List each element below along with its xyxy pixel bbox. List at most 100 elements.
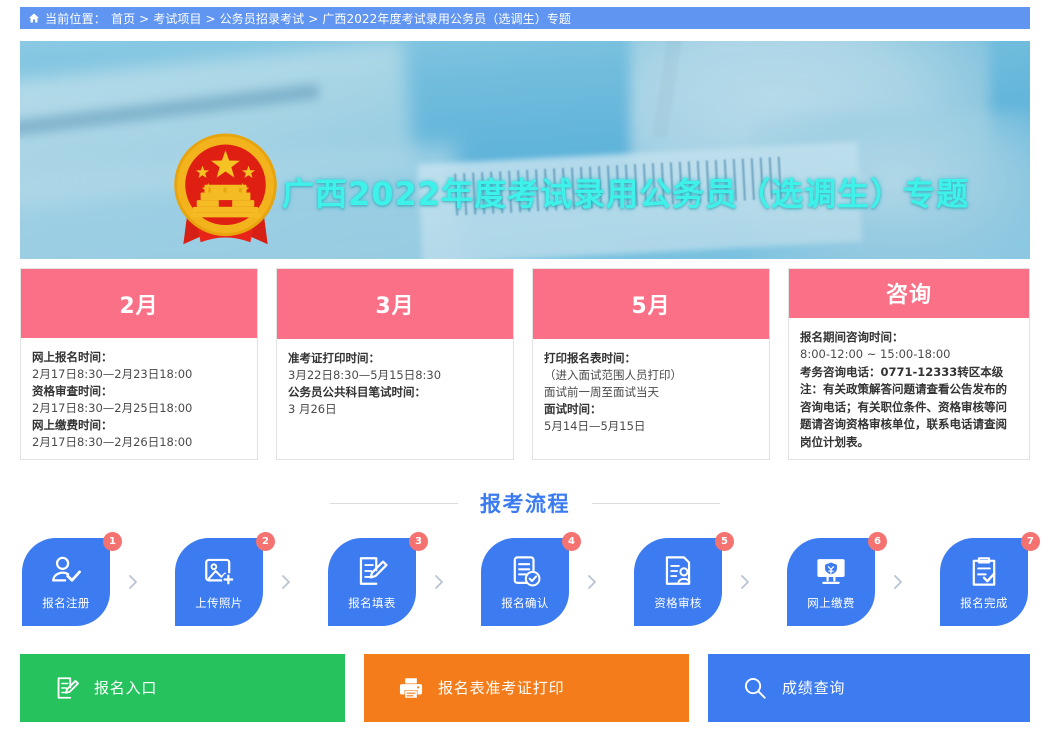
chevron-right-icon <box>282 575 290 589</box>
flow-step-tile[interactable]: 报名注册 <box>22 538 110 626</box>
clipboard-check-icon <box>972 556 996 586</box>
card-line: 公务员公共科目笔试时间： <box>288 385 426 399</box>
flow-step-5[interactable]: 资格审核 5 <box>634 532 734 626</box>
card-body: 网上报名时间： 2月17日8:30—2月23日18:00 资格审查时间： 2月1… <box>21 338 257 459</box>
card-line: 面试前一周至面试当天 <box>544 385 659 399</box>
flow-step-tile[interactable]: 报名确认 <box>481 538 569 626</box>
divider-left <box>330 502 458 504</box>
card-line: 2月17日8:30—2月26日18:00 <box>32 435 193 449</box>
flow-step-number: 5 <box>715 532 734 551</box>
card-line: 面试时间： <box>544 402 602 416</box>
card-line: 网上报名时间： <box>32 350 113 364</box>
info-card-consult: 咨询 报名期间咨询时间： 8:00-12:00 ~ 15:00-18:00 考务… <box>788 268 1030 460</box>
banner-title: 广西2022年度考试录用公务员（选调生）专题 <box>282 175 970 213</box>
search-icon <box>744 677 766 699</box>
document-check-icon <box>513 555 541 586</box>
card-line: （进入面试范围人员打印） <box>544 368 682 382</box>
action-label: 报名表准考证打印 <box>438 678 565 697</box>
card-body: 打印报名表时间： （进入面试范围人员打印） 面试前一周至面试当天 面试时间： 5… <box>533 339 769 459</box>
flow-step-1[interactable]: 报名注册 1 <box>22 532 122 626</box>
chevron-right-icon <box>741 575 749 589</box>
image-add-icon <box>205 558 235 586</box>
home-icon <box>29 13 39 23</box>
hero-banner: 广西2022年度考试录用公务员（选调生）专题 <box>20 41 1030 259</box>
card-line: 2月17日8:30—2月25日18:00 <box>32 401 193 415</box>
card-line: 考务咨询电话：0771-12333转区本级 <box>800 364 1004 379</box>
flow-step-tile[interactable]: 报名填表 <box>328 538 416 626</box>
action-button-row: 报名入口 报名表准考证打印 成绩查询 <box>20 654 1030 722</box>
chevron-right-icon <box>129 575 137 589</box>
flow-step-number: 2 <box>256 532 275 551</box>
register-entry-button[interactable]: 报名入口 <box>20 654 345 722</box>
score-query-button[interactable]: 成绩查询 <box>708 654 1030 722</box>
card-line: 2月17日8:30—2月23日18:00 <box>32 367 193 381</box>
flow-step-label: 报名填表 <box>348 595 396 610</box>
info-card-row: 2月 网上报名时间： 2月17日8:30—2月23日18:00 资格审查时间： … <box>20 268 1030 460</box>
flow-step-number: 7 <box>1021 532 1040 551</box>
flow-step-label: 报名注册 <box>42 595 90 610</box>
form-edit-icon <box>57 677 79 699</box>
user-check-icon <box>52 556 81 582</box>
divider-right <box>592 502 720 504</box>
flow-step-label: 上传照片 <box>195 595 243 610</box>
flow-step-2[interactable]: 上传照片 2 <box>175 532 275 626</box>
flow-step-3[interactable]: 报名填表 3 <box>328 532 428 626</box>
flow-step-6[interactable]: 网上缴费 6 <box>787 532 887 626</box>
flow-step-label: 报名完成 <box>960 595 1008 610</box>
flow-step-7[interactable]: 报名完成 7 <box>940 532 1040 626</box>
card-title: 咨询 <box>789 269 1029 318</box>
card-title: 2月 <box>21 269 257 338</box>
flow-steps: 报名注册 1 上传照片 2 报名填表 3 报名确认 4 资格审核 5 网上缴费 … <box>22 532 1040 630</box>
breadcrumb: 当前位置： 首页 > 考试项目 > 公务员招录考试 > 广西2022年度考试录用… <box>20 7 1030 29</box>
flow-step-tile[interactable]: 报名完成 <box>940 538 1028 626</box>
form-edit-icon <box>359 556 388 585</box>
chevron-right-icon <box>435 575 443 589</box>
printer-icon <box>399 678 423 698</box>
info-card-mar: 3月 准考证打印时间： 3月22日8:30—5月15日8:30 公务员公共科目笔… <box>276 268 514 460</box>
online-payment-icon <box>817 558 845 584</box>
flow-step-label: 报名确认 <box>501 595 549 610</box>
card-body: 准考证打印时间： 3月22日8:30—5月15日8:30 公务员公共科目笔试时间… <box>277 339 513 459</box>
card-line: 打印报名表时间： <box>544 351 636 365</box>
card-line: 8:00-12:00 ~ 15:00-18:00 <box>800 347 951 361</box>
card-line: 3月22日8:30—5月15日8:30 <box>288 368 442 382</box>
info-card-may: 5月 打印报名表时间： （进入面试范围人员打印） 面试前一周至面试当天 面试时间… <box>532 268 770 460</box>
flow-separator-1 <box>126 574 140 590</box>
card-line: 报名期间咨询时间： <box>800 329 904 344</box>
page-root: 当前位置： 首页 > 考试项目 > 公务员招录考试 > 广西2022年度考试录用… <box>0 0 1050 729</box>
card-line: 注：有关政策解答问题请查看公告发布的咨询电话；有关职位条件、资格审核等问题请咨询… <box>800 382 1007 449</box>
card-line: 网上缴费时间： <box>32 418 113 432</box>
flow-title: 报考流程 <box>480 492 570 516</box>
id-review-icon <box>665 555 691 585</box>
flow-step-number: 1 <box>103 532 122 551</box>
flow-separator-5 <box>738 574 752 590</box>
action-label: 报名入口 <box>94 678 158 697</box>
card-line: 5月14日—5月15日 <box>544 419 646 433</box>
card-line: 准考证打印时间： <box>288 351 380 365</box>
flow-separator-6 <box>891 574 905 590</box>
breadcrumb-path[interactable]: 首页 > 考试项目 > 公务员招录考试 > 广西2022年度考试录用公务员（选调… <box>111 10 571 27</box>
card-line: 资格审查时间： <box>32 384 113 398</box>
flow-section-header: 报考流程 <box>20 485 1030 521</box>
flow-step-tile[interactable]: 网上缴费 <box>787 538 875 626</box>
breadcrumb-label: 当前位置： <box>45 11 107 26</box>
flow-separator-2 <box>279 574 293 590</box>
flow-step-label: 网上缴费 <box>807 595 855 610</box>
card-title: 3月 <box>277 269 513 339</box>
action-label: 成绩查询 <box>782 678 846 697</box>
flow-separator-3 <box>432 574 446 590</box>
card-body: 报名期间咨询时间： 8:00-12:00 ~ 15:00-18:00 考务咨询电… <box>789 318 1029 460</box>
card-line: 3 月26日 <box>288 402 337 416</box>
flow-step-label: 资格审核 <box>654 595 702 610</box>
print-admission-ticket-button[interactable]: 报名表准考证打印 <box>364 654 689 722</box>
card-title: 5月 <box>533 269 769 339</box>
chevron-right-icon <box>588 575 596 589</box>
chevron-right-icon <box>894 575 902 589</box>
info-card-feb: 2月 网上报名时间： 2月17日8:30—2月23日18:00 资格审查时间： … <box>20 268 258 460</box>
flow-step-number: 6 <box>868 532 887 551</box>
flow-step-number: 4 <box>562 532 581 551</box>
flow-step-tile[interactable]: 上传照片 <box>175 538 263 626</box>
national-emblem-icon <box>174 133 277 245</box>
flow-step-tile[interactable]: 资格审核 <box>634 538 722 626</box>
flow-step-4[interactable]: 报名确认 4 <box>481 532 581 626</box>
